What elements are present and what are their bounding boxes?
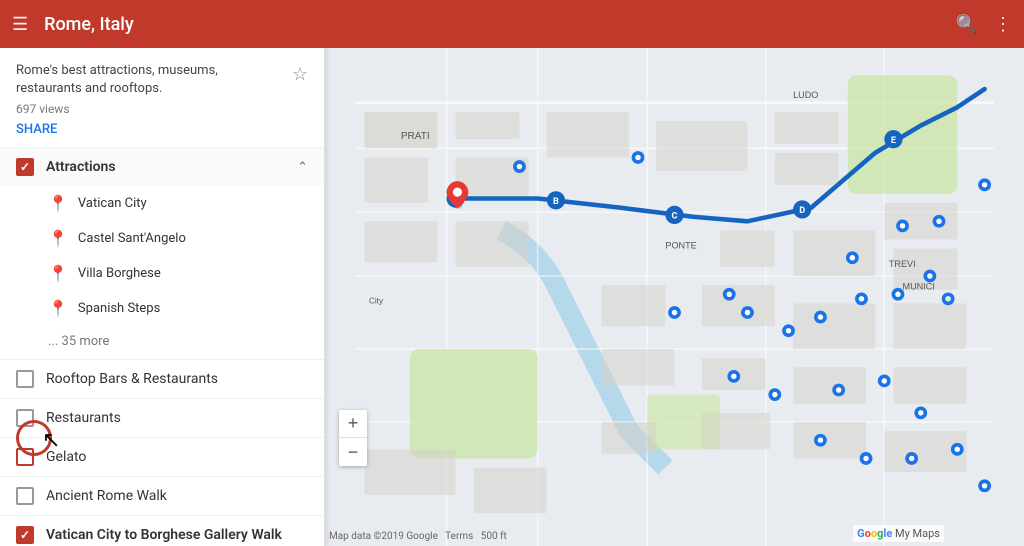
pin-icon: 📍 — [48, 194, 68, 213]
map-area[interactable]: A B C D E — [325, 48, 1024, 546]
views-count: 697 views — [16, 102, 284, 116]
attraction-name: Villa Borghese — [78, 266, 161, 281]
category-restaurants[interactable]: Restaurants — [0, 399, 324, 438]
restaurants-label: Restaurants — [46, 410, 121, 426]
pin-icon: 📍 — [48, 264, 68, 283]
menu-icon[interactable]: ☰ — [12, 14, 28, 35]
attraction-name: Castel Sant'Angelo — [78, 231, 186, 246]
attractions-section: Attractions ⌃ 📍 Vatican City 📍 Castel Sa… — [0, 148, 324, 360]
search-icon[interactable]: 🔍 — [956, 14, 978, 35]
attraction-name: Vatican City — [78, 196, 147, 211]
main-content: Rome's best attractions, museums, restau… — [0, 48, 1024, 546]
map-svg: A B C D E — [325, 48, 1024, 546]
attraction-name: Spanish Steps — [78, 301, 160, 316]
category-ancient-rome[interactable]: Ancient Rome Walk — [0, 477, 324, 516]
svg-text:City: City — [369, 296, 384, 305]
attractions-checkbox[interactable] — [16, 158, 34, 176]
svg-text:B: B — [553, 197, 559, 207]
more-link[interactable]: ... 35 more — [0, 326, 324, 359]
description-text: Rome's best attractions, museums, restau… — [16, 62, 284, 137]
sidebar: Rome's best attractions, museums, restau… — [0, 48, 325, 546]
description-area: Rome's best attractions, museums, restau… — [0, 48, 324, 148]
rooftop-label: Rooftop Bars & Restaurants — [46, 371, 218, 387]
zoom-controls: + − — [339, 410, 367, 466]
category-rooftop[interactable]: Rooftop Bars & Restaurants — [0, 360, 324, 399]
app-header: ☰ Rome, Italy 🔍 ⋮ — [0, 0, 1024, 48]
ancient-rome-checkbox[interactable] — [16, 487, 34, 505]
ancient-rome-label: Ancient Rome Walk — [46, 488, 167, 504]
pin-icon: 📍 — [48, 299, 68, 318]
category-vatican-walk[interactable]: Vatican City to Borghese Gallery Walk — [0, 516, 324, 546]
svg-text:LUDO: LUDO — [793, 90, 818, 100]
attraction-item-vatican[interactable]: 📍 Vatican City — [0, 186, 324, 221]
attraction-item-villa[interactable]: 📍 Villa Borghese — [0, 256, 324, 291]
share-link[interactable]: SHARE — [16, 122, 57, 137]
map-terms: Map data ©2019 Google Terms 500 ft — [329, 531, 507, 542]
svg-text:E: E — [891, 136, 896, 146]
rooftop-checkbox[interactable] — [16, 370, 34, 388]
svg-text:TREVI: TREVI — [889, 259, 916, 269]
attractions-header[interactable]: Attractions ⌃ — [0, 148, 324, 186]
pin-icon: 📍 — [48, 229, 68, 248]
more-icon[interactable]: ⋮ — [994, 14, 1012, 35]
description-body: Rome's best attractions, museums, restau… — [16, 62, 284, 98]
gelato-checkbox[interactable] — [16, 448, 34, 466]
zoom-out-button[interactable]: − — [339, 438, 367, 466]
vatican-walk-checkbox[interactable] — [16, 526, 34, 544]
svg-text:PRATI: PRATI — [401, 131, 430, 142]
svg-text:MUNICI: MUNICI — [903, 282, 935, 292]
attraction-item-spanish[interactable]: 📍 Spanish Steps — [0, 291, 324, 326]
bookmark-icon[interactable]: ☆ — [292, 64, 308, 85]
svg-text:D: D — [799, 206, 805, 216]
attraction-item-castel[interactable]: 📍 Castel Sant'Angelo — [0, 221, 324, 256]
restaurants-checkbox[interactable] — [16, 409, 34, 427]
page-title: Rome, Italy — [44, 14, 939, 35]
category-gelato[interactable]: Gelato — [0, 438, 324, 477]
vatican-walk-label: Vatican City to Borghese Gallery Walk — [46, 527, 282, 543]
svg-text:C: C — [672, 212, 678, 222]
google-logo: Google My Maps — [853, 525, 944, 542]
chevron-down-icon[interactable]: ⌃ — [297, 160, 308, 175]
attractions-label: Attractions — [46, 159, 285, 175]
gelato-label: Gelato — [46, 449, 86, 465]
zoom-in-button[interactable]: + — [339, 410, 367, 438]
svg-text:PONTE: PONTE — [665, 241, 696, 251]
